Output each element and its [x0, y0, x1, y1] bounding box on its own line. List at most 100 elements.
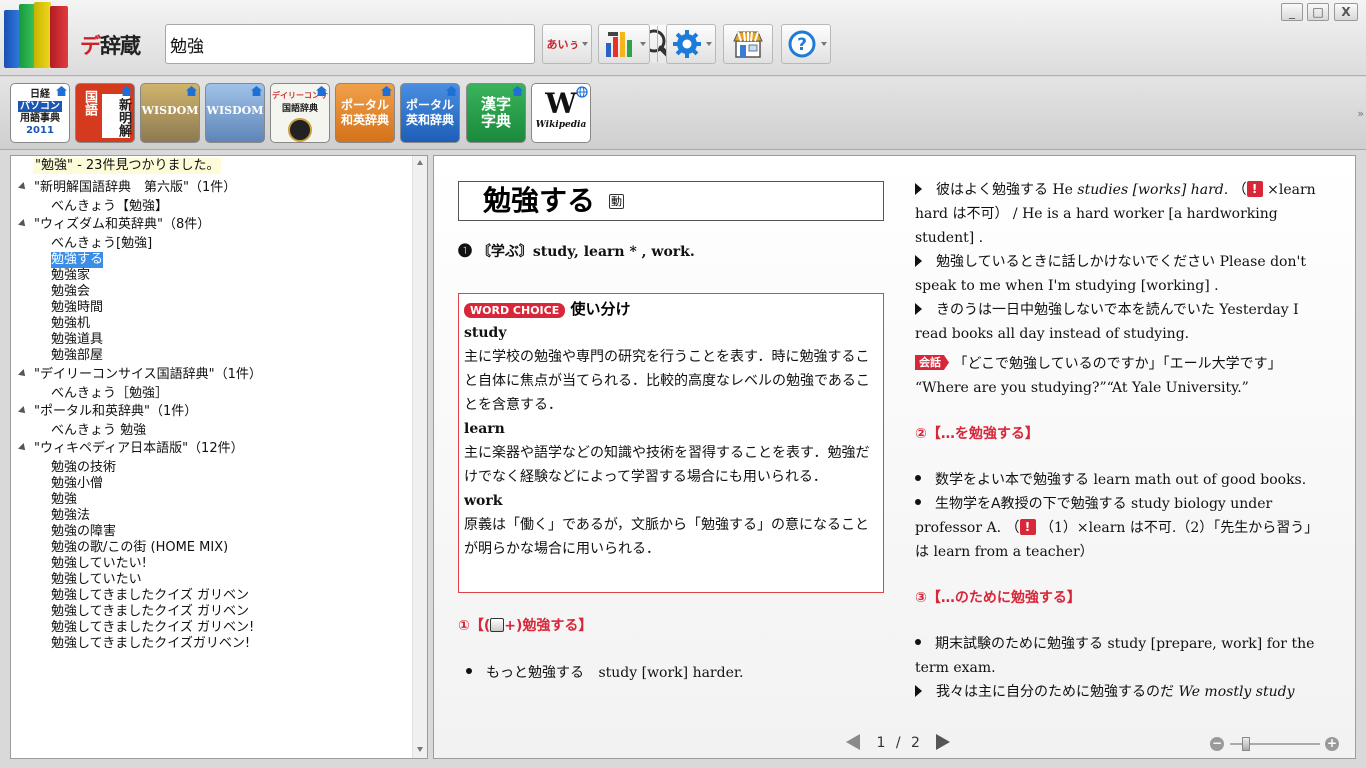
next-page-icon[interactable]: [936, 734, 951, 750]
headword-box: 勉強する 動: [458, 181, 884, 221]
tree-item[interactable]: 勉強の障害: [51, 524, 116, 540]
tree-item[interactable]: べんきょう【勉強】: [51, 199, 168, 215]
zoom-control: − +: [1210, 734, 1340, 754]
dict-shinmeikai[interactable]: 国語 新明解: [75, 83, 135, 143]
dict-wisdom-je[interactable]: WISDOM: [205, 83, 265, 143]
minimize-button[interactable]: _: [1281, 3, 1303, 21]
dict-wisdom-ej[interactable]: WISDOM: [140, 83, 200, 143]
tree-item[interactable]: 勉強会: [51, 284, 90, 300]
shop-button[interactable]: [723, 24, 773, 64]
tree-group-wisdom[interactable]: "ウィズダム和英辞典"（8件）: [18, 217, 210, 233]
wc-study-label: study: [464, 325, 507, 341]
search-box: [165, 24, 700, 64]
example-row-6: 生物学をA教授の下で勉強する study biology under profe…: [915, 496, 1319, 560]
dict-wikipedia[interactable]: W Wikipedia: [531, 83, 591, 143]
examples-column: 彼はよく勉強する He studies [works] hard. （! ×le…: [915, 178, 1332, 704]
wc-learn-text: 主に楽器や語学などの知識や技術を習得することを表す．勉強だけでなく経験などによっ…: [464, 445, 870, 485]
history-button[interactable]: [598, 24, 650, 64]
dict-portal-ej[interactable]: ポータル 英和辞典: [400, 83, 460, 143]
help-icon: ?: [788, 30, 816, 58]
example-row-5: 数学をよい本で勉強する learn math out of good books…: [915, 468, 1332, 492]
shop-icon: [733, 31, 763, 58]
dictbar-scroll-icon[interactable]: »: [1357, 107, 1364, 120]
toolbar: デ辞蔵 あいぅ: [0, 0, 1366, 76]
kana-label: あいぅ: [546, 38, 580, 51]
tree-group-portal[interactable]: "ポータル和英辞典"（1件）: [18, 404, 197, 420]
example-row-7: 期末試験のために勉強する study [prepare, work] for t…: [915, 636, 1315, 676]
app-logo-icon: [2, 2, 72, 72]
tree-item[interactable]: 勉強していたい!: [51, 556, 147, 572]
tree-item[interactable]: 勉強していたい: [51, 572, 142, 588]
tree-item[interactable]: 勉強してきましたクイズ ガリベン!: [51, 620, 254, 636]
dictionary-bar: 日経 パソコン 用語事典 2011 国語 新明解 WISDOM WISDOM デイリー…: [0, 77, 1366, 150]
tree-item[interactable]: 勉強してきましたクイズガリベン!: [51, 636, 250, 652]
tree-item[interactable]: べんきょう［勉強］: [51, 386, 168, 402]
entry-pane: 勉強する 動 ❶ 〘学ぶ〙study, learn * , work. WORD…: [433, 155, 1356, 759]
total-pages: 2: [911, 735, 920, 751]
tree-group-wikipedia[interactable]: "ウィキペディア日本語版"（12件）: [18, 441, 244, 457]
sense-1: ❶ 〘学ぶ〙study, learn * , work.: [458, 244, 695, 260]
search-input[interactable]: [170, 29, 446, 59]
word-choice-title: 使い分け: [570, 300, 631, 318]
subsense-3: ③【…のために勉強する】: [915, 590, 1081, 606]
tree-item[interactable]: 勉強机: [51, 316, 90, 332]
dict-portal-je[interactable]: ポータル 和英辞典: [335, 83, 395, 143]
zoom-slider-thumb[interactable]: [1242, 737, 1250, 751]
example-row-2: 勉強しているときに話しかけないでください Please don't speak …: [915, 254, 1306, 294]
result-tree: "勉強" - 23件見つかりました。 "新明解国語辞典 第六版"（1件） べんき…: [11, 156, 413, 758]
tree-group-daily[interactable]: "デイリーコンサイス国語辞典"（1件）: [18, 367, 262, 383]
svg-text:?: ?: [797, 35, 807, 55]
subsense-2: ②【…を勉強する】: [915, 426, 1039, 442]
globe-icon: [576, 86, 588, 98]
wc-study-text: 主に学校の勉強や専門の研究を行うことを表す．時に勉強すること自体に焦点が当てられ…: [464, 349, 870, 413]
word-choice-badge: WORD CHOICE: [464, 303, 566, 318]
warning-icon: !: [1246, 181, 1263, 197]
subsense-1: ①【(+)勉強する】: [458, 618, 593, 634]
tree-item[interactable]: 勉強道具: [51, 332, 103, 348]
settings-button[interactable]: [666, 24, 716, 64]
wc-learn-label: learn: [464, 421, 505, 437]
tree-item[interactable]: 勉強時間: [51, 300, 103, 316]
tree-item[interactable]: 勉強してきましたクイズ ガリベン: [51, 604, 249, 620]
conversation-badge: 会話: [915, 355, 949, 370]
tree-item[interactable]: 勉強してきましたクイズ ガリベン: [51, 588, 249, 604]
warning-icon: !: [1019, 519, 1036, 535]
kana-input-button[interactable]: あいぅ: [542, 24, 592, 64]
word-choice-box: WORD CHOICE 使い分け study 主に学校の勉強や専門の研究を行うこ…: [458, 293, 884, 593]
example-row-3: きのうは一日中勉強しないで本を読んでいた Yesterday I read bo…: [915, 302, 1299, 342]
dict-nikkei-pc[interactable]: 日経 パソコン 用語事典 2011: [10, 83, 70, 143]
tree-item[interactable]: 勉強法: [51, 508, 90, 524]
pager: 1 / 2: [846, 734, 951, 754]
help-button[interactable]: ?: [781, 24, 831, 64]
tree-item-selected[interactable]: 勉強する: [51, 252, 104, 269]
tree-item[interactable]: 勉強小僧: [51, 476, 103, 492]
headword: 勉強する: [483, 184, 596, 217]
result-list-scrollbar[interactable]: [412, 156, 427, 758]
zoom-in-icon[interactable]: +: [1325, 737, 1339, 751]
example-row-1: 彼はよく勉強する He studies [works] hard. （! ×le…: [915, 181, 1316, 246]
example-row-8: 我々は主に自分のために勉強するのだ We mostly study: [915, 680, 1332, 704]
current-page: 1: [876, 735, 886, 751]
tree-item[interactable]: 勉強の技術: [51, 460, 116, 476]
zoom-out-icon[interactable]: −: [1210, 737, 1224, 751]
close-button[interactable]: X: [1334, 3, 1358, 21]
tree-item[interactable]: 勉強の歌/この街 (HOME MIX): [51, 540, 228, 556]
tree-item[interactable]: 勉強部屋: [51, 348, 103, 364]
app-window: デ辞蔵 あいぅ: [0, 0, 1366, 768]
dict-gakken-kanji[interactable]: 漢字 字典: [466, 83, 526, 143]
example-row-4: 会話 「どこで勉強しているのですか」「エール大学です」 “Where are y…: [915, 355, 1282, 396]
tree-item[interactable]: べんきょう[勉強]: [51, 236, 152, 252]
restore-button[interactable]: □: [1307, 3, 1329, 21]
pos-badge: 動: [609, 194, 624, 209]
result-summary: "勉強" - 23件見つかりました。: [33, 158, 222, 175]
tree-group-shinmeikai[interactable]: "新明解国語辞典 第六版"（1件）: [18, 180, 236, 196]
tree-item[interactable]: 勉強家: [51, 268, 90, 284]
noun-icon: [490, 618, 505, 632]
tree-item[interactable]: 勉強: [51, 492, 77, 508]
wc-work-label: work: [464, 493, 503, 509]
tree-item[interactable]: べんきょう 勉強: [51, 423, 146, 439]
prev-page-icon[interactable]: [846, 734, 860, 750]
result-list-pane: "勉強" - 23件見つかりました。 "新明解国語辞典 第六版"（1件） べんき…: [10, 155, 428, 759]
dict-daily-concise[interactable]: デイリーコンサ 国語辞典: [270, 83, 330, 143]
example-1: もっと勉強する study [work] harder.: [466, 661, 886, 685]
